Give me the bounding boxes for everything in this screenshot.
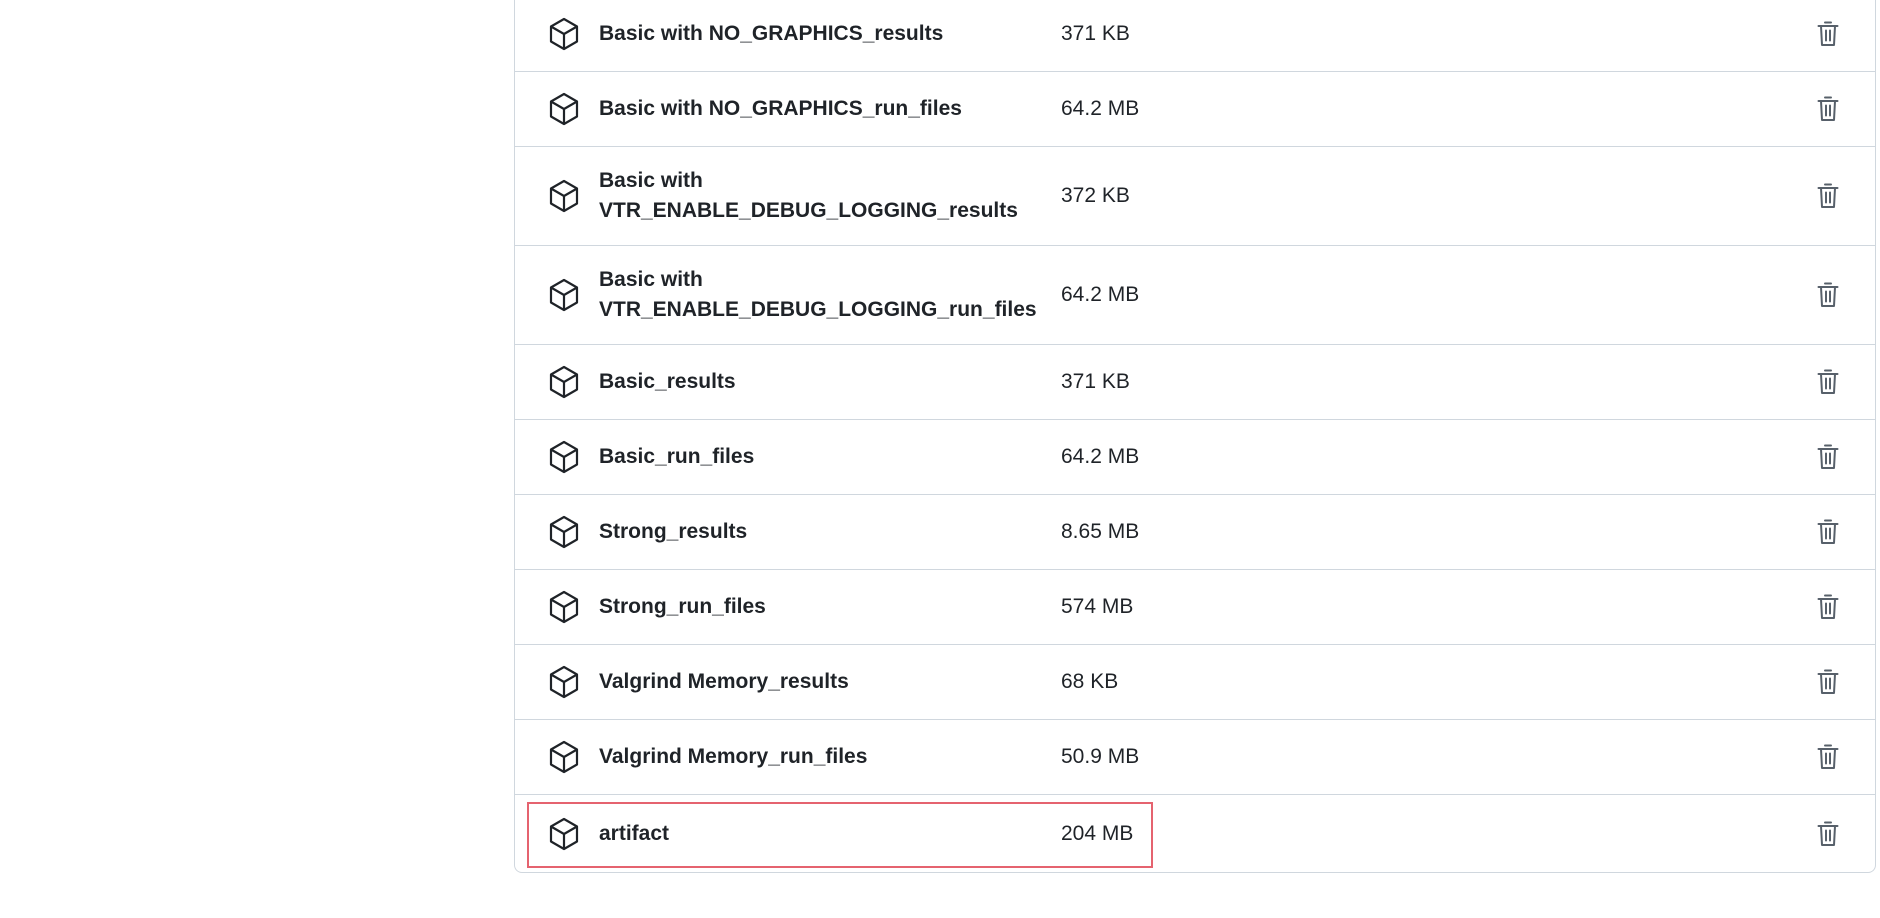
package-icon	[547, 17, 581, 51]
artifact-size: 371 KB	[1061, 22, 1130, 45]
artifact-size: 64.2 MB	[1061, 97, 1140, 120]
artifact-name-link[interactable]: Basic with VTR_ENABLE_DEBUG_LOGGING_resu…	[599, 166, 1061, 226]
artifact-row: Strong_run_files 574 MB	[515, 569, 1875, 644]
artifact-row: Basic with VTR_ENABLE_DEBUG_LOGGING_run_…	[515, 245, 1875, 344]
artifacts-table: Basic with NO_GRAPHICS_results 371 KB Ba…	[514, 0, 1876, 873]
delete-artifact-button[interactable]	[1813, 517, 1843, 547]
artifact-size: 204 MB	[1061, 821, 1134, 845]
package-icon	[547, 590, 581, 624]
artifact-row: Valgrind Memory_run_files 50.9 MB	[515, 719, 1875, 794]
artifacts-page: Basic with NO_GRAPHICS_results 371 KB Ba…	[0, 0, 1880, 918]
artifact-size: 64.2 MB	[1061, 445, 1140, 468]
package-icon	[547, 179, 581, 213]
artifact-name-link[interactable]: Basic with NO_GRAPHICS_run_files	[599, 94, 1061, 124]
delete-artifact-button[interactable]	[1813, 19, 1843, 49]
delete-artifact-button[interactable]	[1813, 181, 1843, 211]
delete-artifact-button[interactable]	[1813, 592, 1843, 622]
artifact-size: 371 KB	[1061, 370, 1130, 393]
trash-icon	[1817, 282, 1839, 307]
trash-icon	[1817, 669, 1839, 694]
package-icon	[547, 515, 581, 549]
trash-icon	[1817, 444, 1839, 469]
artifact-name-link[interactable]: Strong_results	[599, 517, 1061, 547]
artifact-name-link[interactable]: Basic with VTR_ENABLE_DEBUG_LOGGING_run_…	[599, 265, 1061, 325]
package-icon	[547, 365, 581, 399]
trash-icon	[1817, 183, 1839, 208]
trash-icon	[1817, 744, 1839, 769]
trash-icon	[1817, 369, 1839, 394]
delete-artifact-button[interactable]	[1813, 667, 1843, 697]
artifact-name-link[interactable]: Valgrind Memory_results	[599, 667, 1061, 697]
package-icon	[547, 278, 581, 312]
artifact-row-selected: artifact 204 MB	[515, 794, 1875, 872]
trash-icon	[1817, 594, 1839, 619]
package-icon	[547, 92, 581, 126]
artifact-name-link[interactable]: Valgrind Memory_run_files	[599, 742, 1061, 772]
delete-artifact-button[interactable]	[1813, 742, 1843, 772]
artifact-name-link[interactable]: Strong_run_files	[599, 592, 1061, 622]
artifact-size: 8.65 MB	[1061, 520, 1140, 543]
artifact-row: Basic with NO_GRAPHICS_run_files 64.2 MB	[515, 71, 1875, 146]
trash-icon	[1817, 519, 1839, 544]
artifact-row: Basic with VTR_ENABLE_DEBUG_LOGGING_resu…	[515, 146, 1875, 245]
package-icon	[547, 665, 581, 699]
artifact-row: Basic_results 371 KB	[515, 344, 1875, 419]
trash-icon	[1817, 21, 1839, 46]
artifact-size: 574 MB	[1061, 595, 1134, 618]
artifact-row: Basic with NO_GRAPHICS_results 371 KB	[515, 0, 1875, 71]
delete-artifact-button[interactable]	[1813, 819, 1843, 849]
delete-artifact-button[interactable]	[1813, 280, 1843, 310]
package-icon	[547, 440, 581, 474]
artifact-size: 50.9 MB	[1061, 745, 1140, 768]
delete-artifact-button[interactable]	[1813, 94, 1843, 124]
artifact-name-link[interactable]: Basic_run_files	[599, 442, 1061, 472]
package-icon	[547, 817, 581, 851]
artifact-name-link[interactable]: Basic_results	[599, 367, 1061, 397]
artifact-row: Valgrind Memory_results 68 KB	[515, 644, 1875, 719]
package-icon	[547, 740, 581, 774]
delete-artifact-button[interactable]	[1813, 367, 1843, 397]
artifact-name-link[interactable]: Basic with NO_GRAPHICS_results	[599, 19, 1061, 49]
artifact-size: 372 KB	[1061, 184, 1130, 207]
artifact-name-link[interactable]: artifact	[599, 819, 1061, 849]
delete-artifact-button[interactable]	[1813, 442, 1843, 472]
trash-icon	[1817, 821, 1839, 846]
trash-icon	[1817, 96, 1839, 121]
artifact-size: 68 KB	[1061, 670, 1119, 693]
artifact-size: 64.2 MB	[1061, 283, 1140, 306]
artifact-row: Basic_run_files 64.2 MB	[515, 419, 1875, 494]
artifact-row: Strong_results 8.65 MB	[515, 494, 1875, 569]
